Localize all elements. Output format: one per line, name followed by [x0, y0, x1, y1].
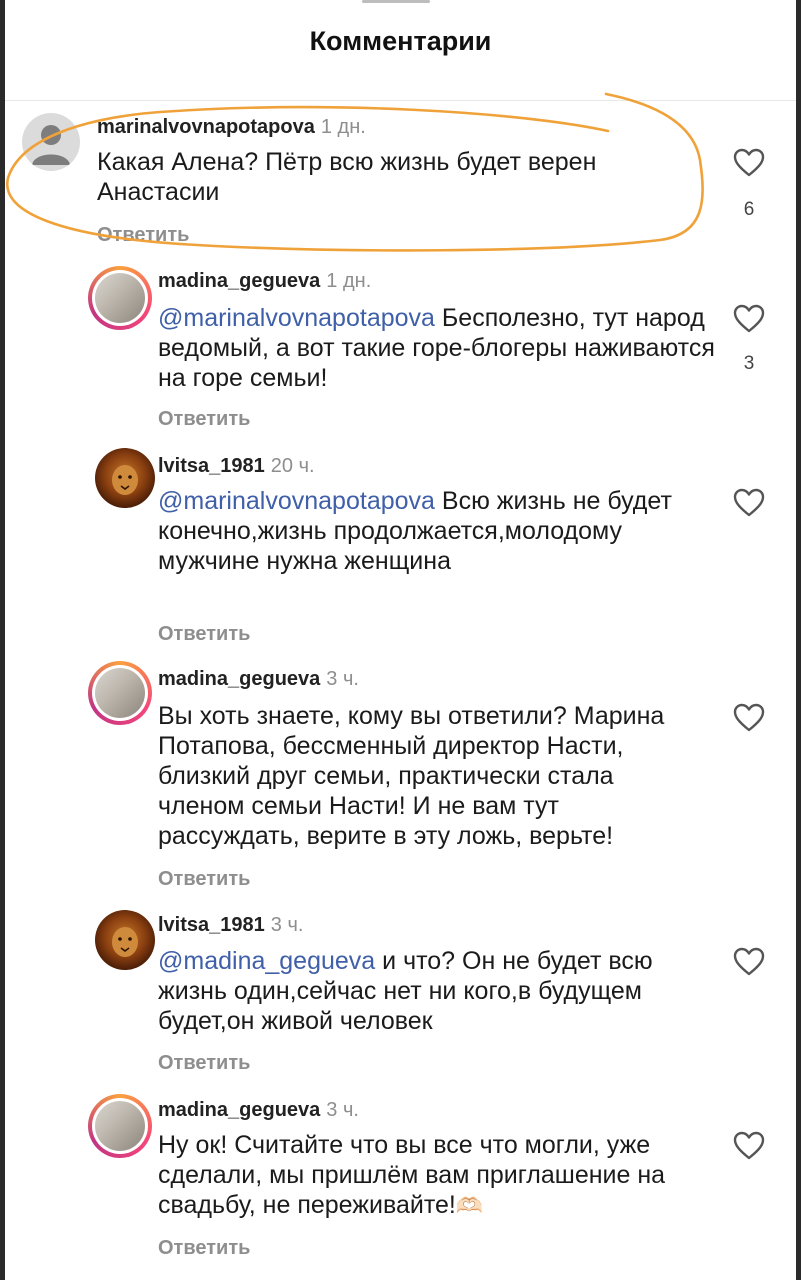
avatar-photo — [95, 1101, 145, 1151]
comment-text: @madina_gegueva и что? Он не будет всю ж… — [158, 946, 698, 1036]
reply-button[interactable]: Ответить — [97, 224, 189, 247]
comment-text: Вы хоть знаете, кому вы ответили? Марина… — [158, 701, 698, 851]
lion-icon — [112, 465, 138, 495]
default-avatar-icon — [32, 125, 70, 165]
comment-username[interactable]: madina_gegueva 3 ч. — [158, 1099, 359, 1122]
avatar-photo — [95, 273, 145, 323]
avatar[interactable] — [88, 266, 152, 330]
heart-icon[interactable] — [733, 304, 765, 334]
comment-username[interactable]: madina_gegueva 3 ч. — [158, 668, 359, 691]
mention-link[interactable]: @madina_gegueva — [158, 947, 375, 975]
like-count: 6 — [743, 199, 755, 220]
sheet-drag-handle[interactable] — [362, 0, 430, 3]
comment-time: 1 дн. — [320, 116, 366, 138]
lion-icon — [112, 927, 138, 957]
heart-icon[interactable] — [733, 488, 765, 518]
comment-username[interactable]: madina_gegueva 1 дн. — [158, 270, 371, 293]
comment-body: Какая Алена? Пётр всю жизнь будет верен … — [97, 148, 597, 206]
mention-link[interactable]: @marinalvovnapotapova — [158, 487, 435, 515]
avatar[interactable] — [22, 113, 80, 171]
comment-text: Ну ок! Считайте что вы все что могли, уж… — [158, 1130, 698, 1221]
like-count: 3 — [743, 353, 755, 374]
reply-button[interactable]: Ответить — [158, 408, 250, 431]
header-divider — [5, 100, 796, 101]
avatar[interactable] — [95, 910, 155, 970]
reply-button[interactable]: Ответить — [158, 623, 250, 646]
heart-hands-emoji: 🫶🏻 — [455, 1193, 484, 1218]
comment-text: @marinalvovnapotapova Бесполезно, тут на… — [158, 303, 718, 393]
comment-text: Какая Алена? Пётр всю жизнь будет верен … — [97, 147, 677, 207]
comment-body: Ну ок! Считайте что вы все что могли, уж… — [158, 1131, 666, 1219]
avatar[interactable] — [88, 661, 152, 725]
avatar-photo — [95, 668, 145, 718]
device-frame-left — [0, 0, 5, 1280]
device-frame-right — [796, 0, 801, 1280]
heart-icon[interactable] — [733, 148, 765, 178]
avatar[interactable] — [88, 1094, 152, 1158]
comment-username[interactable]: lvitsa_1981 20 ч. — [158, 455, 315, 478]
heart-icon[interactable] — [733, 947, 765, 977]
comment-body: Вы хоть знаете, кому вы ответили? Марина… — [158, 702, 665, 850]
comment-time: 3 ч. — [326, 668, 359, 690]
reply-button[interactable]: Ответить — [158, 868, 250, 891]
reply-button[interactable]: Ответить — [158, 1052, 250, 1075]
comment-time: 20 ч. — [270, 455, 315, 477]
comment-time: 3 ч. — [270, 914, 304, 936]
heart-icon[interactable] — [733, 703, 765, 733]
page-title: Комментарии — [309, 26, 492, 56]
mention-link[interactable]: @marinalvovnapotapova — [158, 304, 435, 332]
reply-button[interactable]: Ответить — [158, 1237, 250, 1260]
comment-time: 3 ч. — [326, 1099, 359, 1121]
heart-icon[interactable] — [733, 1131, 765, 1161]
comment-time: 1 дн. — [326, 270, 372, 292]
comment-text: @marinalvovnapotapova Всю жизнь не будет… — [158, 486, 698, 576]
comment-username[interactable]: marinalvovnapotapova 1 дн. — [97, 116, 366, 139]
comment-username[interactable]: lvitsa_1981 3 ч. — [158, 914, 303, 937]
avatar[interactable] — [95, 448, 155, 508]
